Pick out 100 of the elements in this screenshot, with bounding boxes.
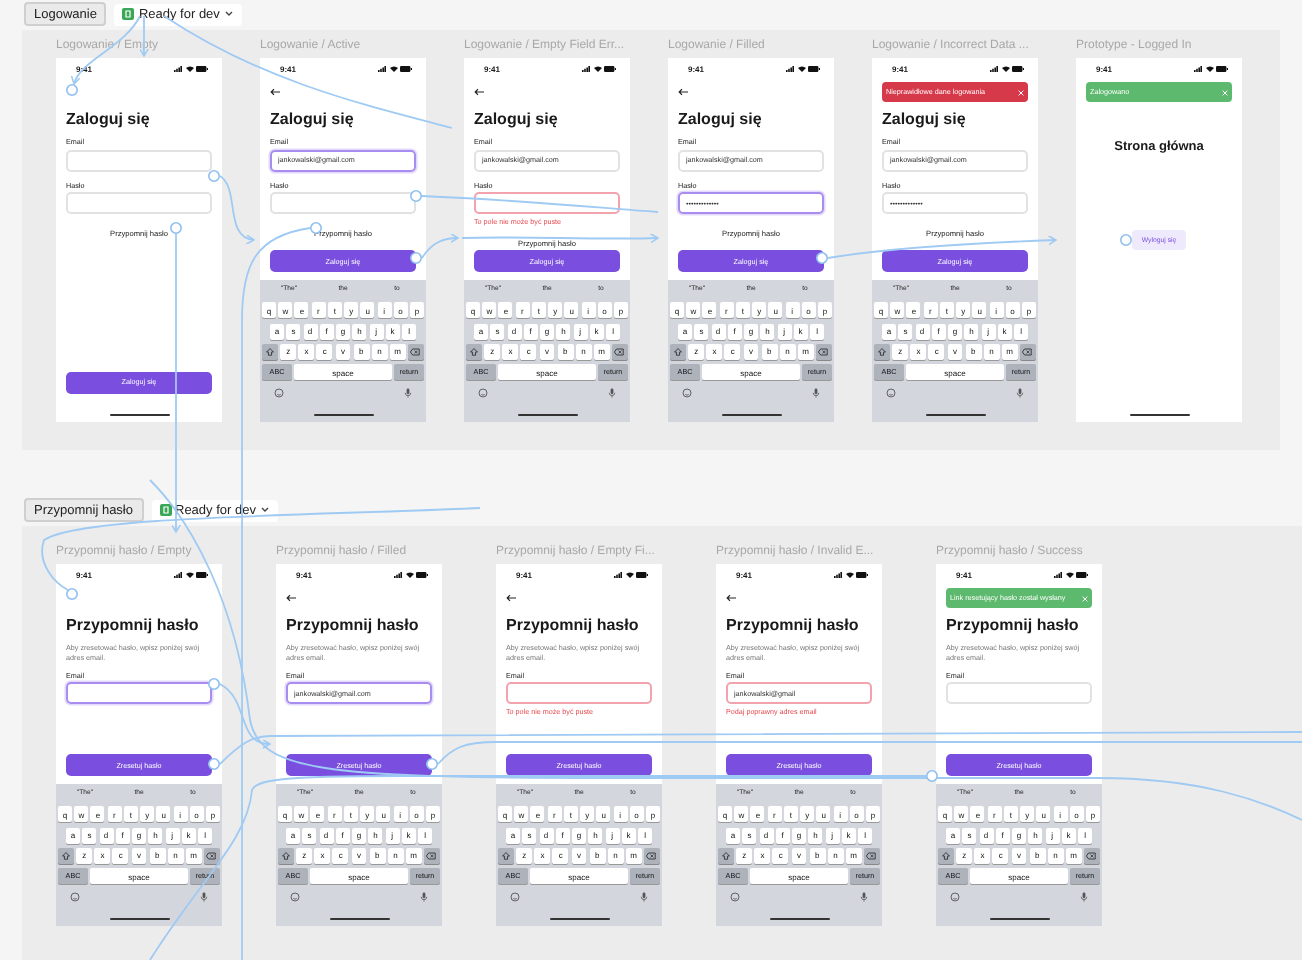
screen-title: Zaloguj się: [882, 110, 968, 130]
back-arrow-icon[interactable]: [506, 594, 516, 602]
shift-icon[interactable]: [878, 347, 886, 356]
battery-icon: [1216, 66, 1228, 72]
home-indicator: [1129, 413, 1189, 416]
connector-handle[interactable]: [1120, 234, 1132, 246]
connector-handle[interactable]: [410, 190, 422, 202]
battery-icon: [1076, 572, 1088, 578]
connector-handle[interactable]: [208, 758, 220, 770]
backspace-icon[interactable]: [646, 851, 657, 860]
backspace-icon[interactable]: [1022, 347, 1033, 356]
microphone-icon[interactable]: [860, 892, 868, 903]
microphone-icon[interactable]: [812, 388, 820, 399]
home-indicator: [925, 413, 985, 416]
screen-title: Przypomnij hasło: [946, 616, 1081, 636]
connector-handle[interactable]: [208, 170, 220, 182]
wifi-icon: [1205, 66, 1213, 72]
emoji-icon[interactable]: [682, 388, 692, 399]
microphone-icon[interactable]: [200, 892, 208, 903]
home-indicator: [769, 917, 829, 920]
home-indicator: [721, 413, 781, 416]
microphone-icon[interactable]: [1016, 388, 1024, 399]
microphone-icon[interactable]: [404, 388, 412, 399]
document-icon: [122, 8, 135, 20]
wifi-icon: [405, 572, 413, 578]
battery-icon: [196, 572, 208, 578]
shift-icon[interactable]: [722, 851, 730, 860]
signal-icon: [582, 66, 590, 72]
back-arrow-icon[interactable]: [726, 594, 736, 602]
wifi-icon: [1001, 66, 1009, 72]
signal-icon: [990, 66, 998, 72]
shift-icon[interactable]: [942, 851, 950, 860]
screen-title: Zaloguj się: [66, 110, 152, 130]
wifi-icon: [185, 572, 193, 578]
wifi-icon: [797, 66, 805, 72]
shift-icon[interactable]: [674, 347, 682, 356]
connector-handle[interactable]: [816, 252, 828, 264]
caret-icon: [259, 506, 270, 514]
microphone-icon[interactable]: [420, 892, 428, 903]
emoji-icon[interactable]: [478, 388, 488, 399]
close-icon[interactable]: [1018, 89, 1024, 95]
input-field[interactable]: [474, 192, 620, 214]
backspace-icon[interactable]: [426, 851, 437, 860]
shift-icon[interactable]: [282, 851, 290, 860]
signal-icon: [394, 572, 402, 578]
home-indicator: [329, 917, 389, 920]
screen-title: Zaloguj się: [474, 110, 560, 130]
input-field[interactable]: [506, 682, 652, 705]
back-arrow-icon[interactable]: [678, 88, 688, 96]
emoji-icon[interactable]: [950, 892, 960, 903]
screen-title: Przypomnij hasło: [286, 616, 421, 636]
backspace-icon[interactable]: [1086, 851, 1097, 860]
battery-icon: [400, 66, 412, 72]
connector-handle[interactable]: [926, 770, 938, 782]
battery-icon: [196, 66, 208, 72]
close-icon[interactable]: [1222, 89, 1228, 95]
connector-handle[interactable]: [66, 84, 78, 96]
microphone-icon[interactable]: [1080, 892, 1088, 903]
home-indicator: [517, 413, 577, 416]
home-indicator: [549, 917, 609, 920]
signal-icon: [614, 572, 622, 578]
emoji-icon[interactable]: [510, 892, 520, 903]
shift-icon[interactable]: [502, 851, 510, 860]
screen-title: Przypomnij hasło: [66, 616, 201, 636]
connector-handle[interactable]: [426, 758, 438, 770]
connector-handle[interactable]: [208, 678, 220, 690]
backspace-icon[interactable]: [410, 347, 421, 356]
screen-title: Przypomnij hasło: [726, 616, 861, 636]
caret-icon: [223, 10, 234, 18]
shift-icon[interactable]: [266, 347, 274, 356]
close-icon[interactable]: [1082, 595, 1088, 601]
wifi-icon: [625, 572, 633, 578]
shift-icon[interactable]: [470, 347, 478, 356]
emoji-icon[interactable]: [886, 388, 896, 399]
microphone-icon[interactable]: [608, 388, 616, 399]
backspace-icon[interactable]: [818, 347, 829, 356]
back-arrow-icon[interactable]: [286, 594, 296, 602]
microphone-icon[interactable]: [640, 892, 648, 903]
wifi-icon: [593, 66, 601, 72]
backspace-icon[interactable]: [866, 851, 877, 860]
home-indicator: [109, 917, 169, 920]
connector-handle[interactable]: [66, 588, 78, 600]
emoji-icon[interactable]: [730, 892, 740, 903]
home-indicator: [313, 413, 373, 416]
backspace-icon[interactable]: [614, 347, 625, 356]
emoji-icon[interactable]: [274, 388, 284, 399]
signal-icon: [1194, 66, 1202, 72]
emoji-icon[interactable]: [70, 892, 80, 903]
back-arrow-icon[interactable]: [270, 88, 280, 96]
connector-handle[interactable]: [170, 222, 182, 234]
emoji-icon[interactable]: [290, 892, 300, 903]
input-field[interactable]: [66, 682, 212, 705]
connector-handle[interactable]: [410, 252, 422, 264]
backspace-icon[interactable]: [206, 851, 217, 860]
connector-handle[interactable]: [310, 222, 322, 234]
battery-icon: [856, 572, 868, 578]
battery-icon: [416, 572, 428, 578]
back-arrow-icon[interactable]: [474, 88, 484, 96]
wifi-icon: [389, 66, 397, 72]
shift-icon[interactable]: [62, 851, 70, 860]
